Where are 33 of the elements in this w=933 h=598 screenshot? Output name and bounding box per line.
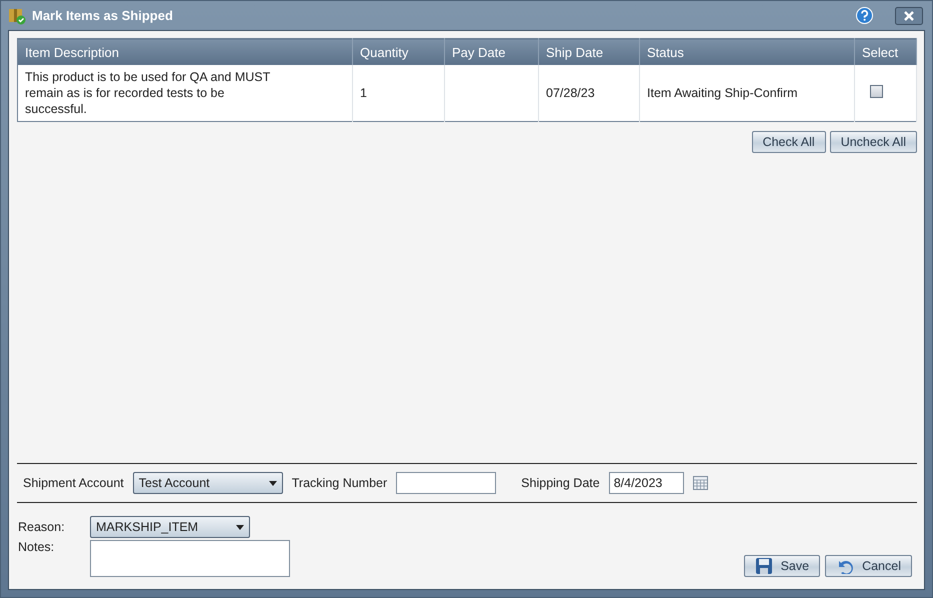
caret-icon <box>236 524 244 530</box>
column-header[interactable]: Status <box>640 38 854 65</box>
column-header[interactable]: Item Description <box>18 38 352 65</box>
table-action-button[interactable]: Uncheck All <box>830 131 917 153</box>
tracking-number-field[interactable] <box>396 472 496 494</box>
account-dropdown[interactable]: Test Account <box>132 472 283 494</box>
column-header[interactable]: Quantity <box>352 38 444 65</box>
field-label: Reason: <box>18 519 66 534</box>
table-action-button[interactable]: Check All <box>752 131 826 153</box>
undo-arrow-icon <box>836 558 854 574</box>
table-cell-text: This product is to be used for QA and MUST remain as is for recorded tests to be successful. <box>25 69 272 117</box>
close-icon[interactable] <box>895 6 923 24</box>
notes-field[interactable] <box>90 540 290 577</box>
column-header[interactable]: Ship Date <box>538 38 640 65</box>
column-header[interactable]: Select <box>854 38 916 65</box>
field-label: Notes: <box>18 540 56 554</box>
table-cell: 1 <box>360 86 367 100</box>
field-label: Shipping Date <box>521 476 600 490</box>
field-label: Shipment Account <box>23 476 124 490</box>
column-header[interactable]: Pay Date <box>444 38 538 65</box>
reason-dropdown[interactable]: MARKSHIP_ITEM <box>90 516 250 538</box>
box-check-icon <box>8 6 26 24</box>
save-button[interactable]: Save <box>744 555 820 577</box>
cancel-button[interactable]: Cancel <box>825 555 912 577</box>
window-title: Mark Items as Shipped <box>32 8 174 23</box>
table-cell: 07/28/23 <box>546 86 595 100</box>
help-icon[interactable] <box>856 7 873 24</box>
field-label: Tracking Number <box>292 476 388 490</box>
table-cell: Item Awaiting Ship-Confirm <box>647 86 798 100</box>
select-checkbox[interactable] <box>870 85 883 98</box>
calendar-icon[interactable] <box>692 476 708 490</box>
date-field[interactable]: 8/4/2023 <box>608 472 684 494</box>
caret-icon <box>268 480 277 486</box>
